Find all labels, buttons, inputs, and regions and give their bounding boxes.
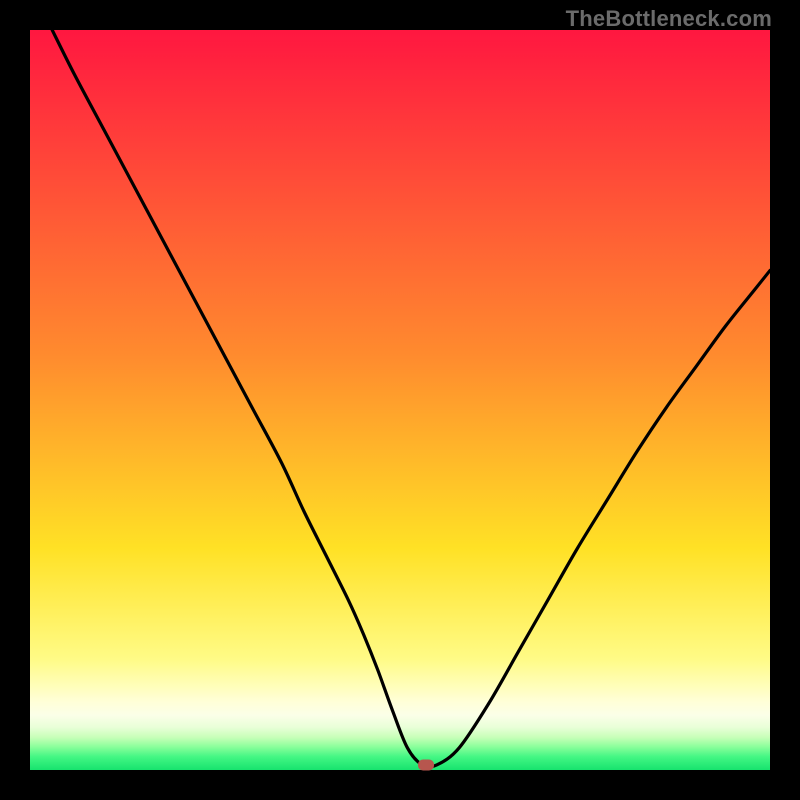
optimal-point-marker: [418, 759, 434, 770]
watermark-text: TheBottleneck.com: [566, 6, 772, 32]
chart-stage: TheBottleneck.com: [0, 0, 800, 800]
plot-area: [30, 30, 770, 770]
bottleneck-curve: [30, 30, 770, 770]
